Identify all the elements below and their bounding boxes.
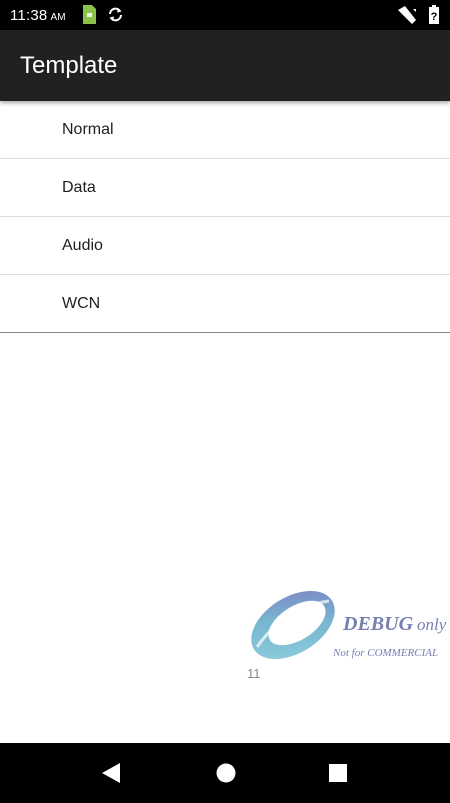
page-number: 11 <box>247 666 261 681</box>
svg-text:?: ? <box>431 11 438 23</box>
list-item-label: Normal <box>62 121 114 138</box>
sim-card-icon <box>83 5 96 24</box>
list-item-label: WCN <box>62 295 101 312</box>
watermark-suffix: only <box>417 615 447 634</box>
list-item-normal[interactable]: Normal <box>0 101 450 159</box>
sync-icon <box>109 7 122 22</box>
battery-icon: ? <box>429 5 439 24</box>
watermark-logo-icon <box>251 590 335 660</box>
list-item-data[interactable]: Data <box>0 159 450 217</box>
home-icon[interactable] <box>216 763 236 783</box>
page-title: Template <box>20 52 118 79</box>
list-item-wcn[interactable]: WCN <box>0 275 450 333</box>
watermark-main: DEBUG <box>343 613 414 635</box>
list-item-audio[interactable]: Audio <box>0 217 450 275</box>
status-bar: 11:38 AM ? <box>0 0 450 30</box>
signal-icon <box>398 6 416 24</box>
watermark-text: DEBUG only <box>343 613 446 636</box>
list-item-label: Audio <box>62 237 103 254</box>
status-time-ampm: AM <box>50 12 66 23</box>
status-time-value: 11:38 <box>10 7 48 24</box>
list-item-label: Data <box>62 179 96 196</box>
app-bar: Template <box>0 30 450 101</box>
back-icon[interactable] <box>102 763 120 783</box>
watermark-subtext: Not for COMMERCIAL <box>333 647 439 659</box>
debug-watermark: DEBUG only Not for COMMERCIAL <box>245 585 450 665</box>
status-time: 11:38 AM <box>10 7 66 26</box>
recents-icon[interactable] <box>329 764 347 782</box>
menu-list: Normal Data Audio WCN <box>0 101 450 333</box>
